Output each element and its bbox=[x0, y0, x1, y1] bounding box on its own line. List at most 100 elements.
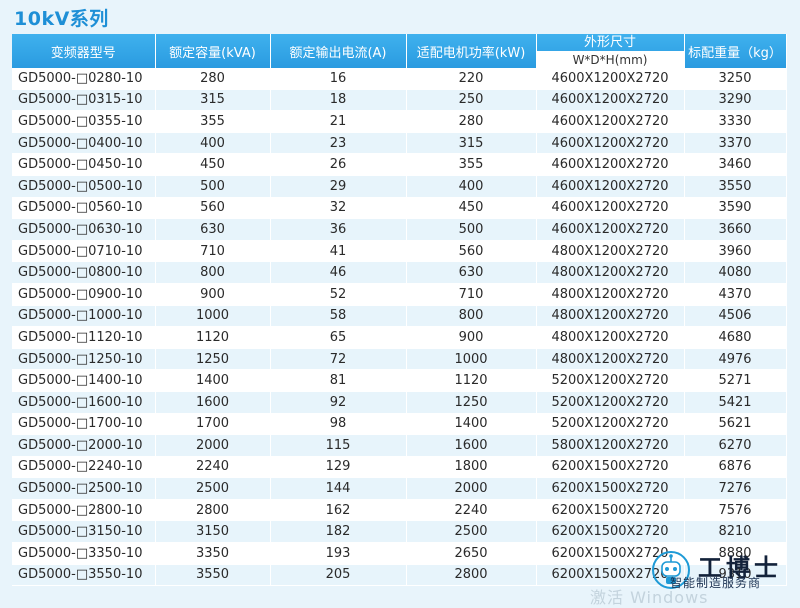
cell-capacity: 315 bbox=[155, 89, 271, 112]
cell-power: 2650 bbox=[406, 542, 537, 565]
cell-capacity: 1000 bbox=[155, 305, 271, 328]
table-row: GD5000-□1120-10 1120 65 900 4800X1200X2720 46… bbox=[12, 326, 787, 349]
table-row: GD5000-□0315-10 315 18 250 4600X1200X2720 329… bbox=[12, 89, 787, 112]
table-row: GD5000-□0710-10 710 41 560 4800X1200X2720 396… bbox=[12, 240, 787, 263]
cell-dimensions: 4600X1200X2720 bbox=[536, 218, 685, 241]
cell-capacity: 450 bbox=[155, 153, 271, 176]
table-row: GD5000-□3150-10 3150 182 2500 6200X1500X2720… bbox=[12, 520, 787, 544]
cell-weight: 3960 bbox=[684, 240, 787, 263]
cell-model: GD5000-□0800-10 bbox=[12, 261, 156, 284]
cell-weight: 5621 bbox=[684, 413, 787, 436]
cell-weight: 6270 bbox=[684, 434, 787, 457]
cell-weight: 3660 bbox=[684, 218, 787, 241]
cell-power: 630 bbox=[406, 261, 537, 284]
cell-dimensions: 5800X1200X2720 bbox=[536, 434, 685, 457]
header-model: 变频器型号 bbox=[12, 34, 156, 68]
cell-power: 250 bbox=[406, 89, 537, 112]
brand-logo: 工博士 智能制造服务商 bbox=[642, 548, 800, 599]
cell-capacity: 1400 bbox=[155, 369, 271, 392]
cell-power: 1000 bbox=[406, 348, 537, 371]
cell-model: GD5000-□3550-10 bbox=[12, 564, 156, 587]
header-dimensions: 外形尺寸 W*D*H(mm) bbox=[536, 34, 685, 68]
cell-current: 144 bbox=[270, 477, 407, 500]
cell-weight: 3370 bbox=[684, 132, 787, 155]
cell-dimensions: 4800X1200X2720 bbox=[536, 283, 685, 306]
table-row: GD5000-□0400-10 400 23 315 4600X1200X2720 337… bbox=[12, 132, 787, 155]
cell-weight: 4080 bbox=[684, 261, 787, 284]
cell-capacity: 400 bbox=[155, 132, 271, 155]
table-row: GD5000-□1400-10 1400 81 1120 5200X1200X2720 5… bbox=[12, 369, 787, 392]
cell-model: GD5000-□3150-10 bbox=[12, 520, 156, 544]
cell-power: 1250 bbox=[406, 391, 537, 414]
cell-weight: 5421 bbox=[684, 391, 787, 414]
cell-model: GD5000-□1400-10 bbox=[12, 369, 156, 392]
cell-dimensions: 4600X1200X2720 bbox=[536, 175, 685, 198]
cell-power: 1400 bbox=[406, 413, 537, 436]
cell-weight: 3250 bbox=[684, 68, 787, 90]
table-row: GD5000-□2000-10 2000 115 1600 5800X1200X2720… bbox=[12, 434, 787, 457]
table-row: GD5000-□1600-10 1600 92 1250 5200X1200X2720 5… bbox=[12, 391, 787, 414]
cell-power: 1600 bbox=[406, 434, 537, 457]
cell-capacity: 1700 bbox=[155, 413, 271, 436]
cell-dimensions: 4600X1200X2720 bbox=[536, 110, 685, 133]
cell-dimensions: 5200X1200X2720 bbox=[536, 413, 685, 436]
cell-capacity: 3150 bbox=[155, 520, 271, 544]
cell-power: 1120 bbox=[406, 369, 537, 392]
cell-dimensions: 4800X1200X2720 bbox=[536, 240, 685, 263]
cell-current: 193 bbox=[270, 542, 407, 565]
cell-power: 450 bbox=[406, 197, 537, 220]
cell-weight: 7276 bbox=[684, 477, 787, 500]
cell-weight: 3460 bbox=[684, 153, 787, 176]
cell-current: 21 bbox=[270, 110, 407, 133]
cell-capacity: 630 bbox=[155, 218, 271, 241]
cell-capacity: 800 bbox=[155, 261, 271, 284]
cell-weight: 8210 bbox=[684, 520, 787, 544]
cell-current: 115 bbox=[270, 434, 407, 457]
cell-current: 18 bbox=[270, 89, 407, 112]
cell-weight: 4370 bbox=[684, 283, 787, 306]
cell-model: GD5000-□2240-10 bbox=[12, 456, 156, 479]
cell-capacity: 1250 bbox=[155, 348, 271, 371]
cell-current: 32 bbox=[270, 197, 407, 220]
cell-power: 710 bbox=[406, 283, 537, 306]
table-row: GD5000-□1250-10 1250 72 1000 4800X1200X2720 4… bbox=[12, 348, 787, 371]
cell-dimensions: 4600X1200X2720 bbox=[536, 197, 685, 220]
cell-dimensions: 6200X1500X2720 bbox=[536, 477, 685, 500]
cell-current: 162 bbox=[270, 499, 407, 522]
cell-power: 280 bbox=[406, 110, 537, 133]
cell-weight: 7576 bbox=[684, 499, 787, 522]
cell-dimensions: 4800X1200X2720 bbox=[536, 326, 685, 349]
spec-table: 变频器型号 额定容量(kVA) 额定输出电流(A) 适配电机功率(kW) 外形尺… bbox=[12, 34, 787, 587]
table-row: GD5000-□2240-10 2240 129 1800 6200X1500X2720… bbox=[12, 456, 787, 479]
header-dimensions-unit: W*D*H(mm) bbox=[536, 52, 684, 68]
cell-capacity: 3550 bbox=[155, 564, 271, 587]
cell-power: 315 bbox=[406, 132, 537, 155]
cell-capacity: 280 bbox=[155, 68, 271, 90]
cell-capacity: 2240 bbox=[155, 456, 271, 479]
cell-model: GD5000-□0900-10 bbox=[12, 283, 156, 306]
cell-power: 1800 bbox=[406, 456, 537, 479]
cell-capacity: 2500 bbox=[155, 477, 271, 500]
table-row: GD5000-□0800-10 800 46 630 4800X1200X2720 408… bbox=[12, 261, 787, 284]
cell-dimensions: 4600X1200X2720 bbox=[536, 68, 685, 90]
cell-power: 355 bbox=[406, 153, 537, 176]
header-weight: 标配重量（kg） bbox=[684, 34, 787, 68]
cell-dimensions: 5200X1200X2720 bbox=[536, 391, 685, 414]
cell-weight: 3290 bbox=[684, 89, 787, 112]
cell-model: GD5000-□1250-10 bbox=[12, 348, 156, 371]
cell-capacity: 3350 bbox=[155, 542, 271, 565]
cell-model: GD5000-□0630-10 bbox=[12, 218, 156, 241]
cell-current: 129 bbox=[270, 456, 407, 479]
cell-model: GD5000-□3350-10 bbox=[12, 542, 156, 565]
cell-dimensions: 6200X1500X2720 bbox=[536, 456, 685, 479]
header-capacity: 额定容量(kVA) bbox=[155, 34, 271, 68]
cell-current: 36 bbox=[270, 218, 407, 241]
cell-dimensions: 4600X1200X2720 bbox=[536, 153, 685, 176]
cell-model: GD5000-□2000-10 bbox=[12, 434, 156, 457]
table-row: GD5000-□0560-10 560 32 450 4600X1200X2720 359… bbox=[12, 197, 787, 220]
table-row: GD5000-□2500-10 2500 144 2000 6200X1500X2720… bbox=[12, 477, 787, 500]
cell-current: 72 bbox=[270, 348, 407, 371]
cell-current: 81 bbox=[270, 369, 407, 392]
table-row: GD5000-□0450-10 450 26 355 4600X1200X2720 346… bbox=[12, 153, 787, 176]
cell-power: 500 bbox=[406, 218, 537, 241]
